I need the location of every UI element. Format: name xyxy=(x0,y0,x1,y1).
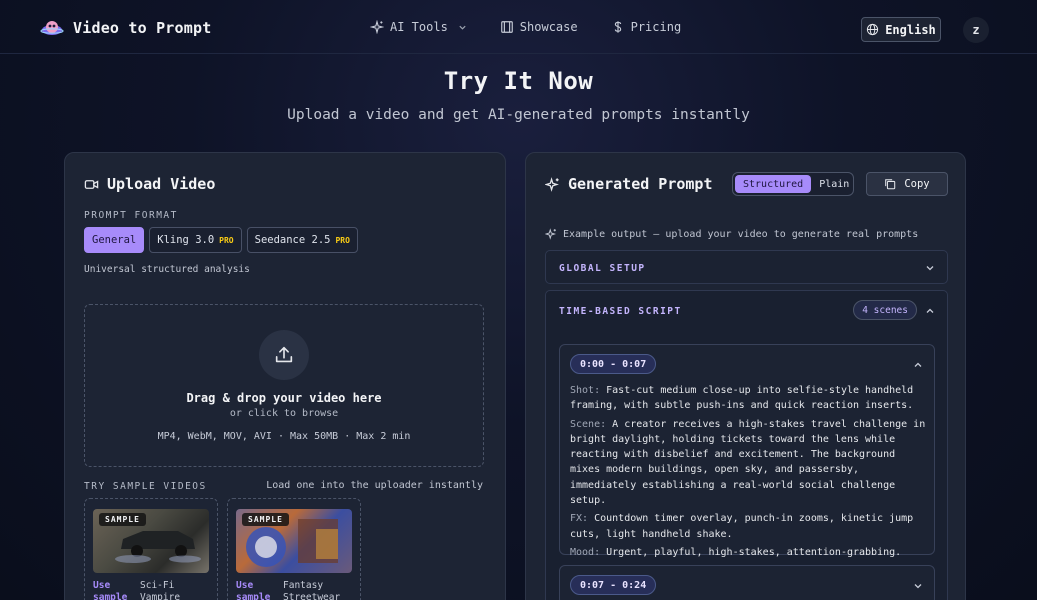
chevron-up-icon[interactable] xyxy=(925,306,935,316)
film-icon xyxy=(500,21,513,33)
scene-item[interactable]: 0:07 - 0:24 xyxy=(559,565,935,600)
brand[interactable]: Video to Prompt xyxy=(40,17,211,39)
field-value: A creator receives a high-stakes travel … xyxy=(570,418,926,507)
time-based-script-accordion: TIME-BASED SCRIPT 4 scenes 0:00 - 0:07 S… xyxy=(545,290,948,600)
copy-icon xyxy=(885,179,896,190)
format-label: Seedance 2.5 xyxy=(254,234,331,246)
brand-logo-icon xyxy=(40,21,64,35)
scene-description: Scene: A creator receives a high-stakes … xyxy=(570,417,930,509)
brand-name: Video to Prompt xyxy=(73,19,212,37)
upload-panel-title: Upload Video xyxy=(107,175,216,193)
sample-name: Sci-Fi Vampire xyxy=(140,580,181,600)
copy-label: Copy xyxy=(904,178,930,190)
sample-thumbnail: SAMPLE xyxy=(93,509,209,573)
globe-icon xyxy=(867,23,879,36)
sample-videos-hint: Load one into the uploader instantly xyxy=(266,480,483,491)
sample-badge: SAMPLE xyxy=(99,513,146,526)
nav-link-showcase[interactable]: Showcase xyxy=(500,20,578,34)
output-mode-toggle: Structured Plain xyxy=(732,172,854,196)
scene-count-badge: 4 scenes xyxy=(853,300,917,320)
pro-badge: PRO xyxy=(219,235,234,245)
nav-link-label: Showcase xyxy=(519,20,578,34)
scene-mood: Mood: Urgent, playful, high-stakes, atte… xyxy=(570,545,930,560)
sample-badge: SAMPLE xyxy=(242,513,289,526)
upload-panel-header: Upload Video xyxy=(84,175,215,193)
global-setup-accordion[interactable]: GLOBAL SETUP xyxy=(545,250,948,284)
page-title: Try It Now xyxy=(443,67,594,95)
language-label: English xyxy=(885,22,936,37)
prompt-format-label: PROMPT FORMAT xyxy=(84,210,178,221)
language-button[interactable]: English xyxy=(861,17,941,42)
field-key: Shot: xyxy=(570,385,601,396)
field-key: FX: xyxy=(570,513,589,525)
prompt-format-options: General Kling 3.0 PRO Seedance 2.5 PRO xyxy=(84,227,358,253)
nav-link-label: Pricing xyxy=(630,20,682,34)
upload-panel: Upload Video PROMPT FORMAT General Kling… xyxy=(64,152,506,600)
chevron-down-icon xyxy=(926,266,934,271)
chevron-down-icon xyxy=(459,25,466,30)
example-note-text: Example output — upload your video to ge… xyxy=(563,228,919,240)
avatar[interactable]: z xyxy=(963,17,989,43)
sample-thumbnail: SAMPLE xyxy=(236,509,352,573)
mode-structured-button[interactable]: Structured xyxy=(735,175,812,193)
top-nav: Video to Prompt AI Tools Showcase Pricin… xyxy=(0,0,1037,54)
upload-button[interactable] xyxy=(259,330,309,380)
sample-videos-label: TRY SAMPLE VIDEOS xyxy=(84,481,207,492)
dollar-icon xyxy=(614,21,621,33)
video-dropzone[interactable]: Drag & drop your video here or click to … xyxy=(84,304,484,467)
format-seedance-button[interactable]: Seedance 2.5 PRO xyxy=(246,227,358,253)
format-label: General xyxy=(92,234,137,246)
dropzone-title: Drag & drop your video here xyxy=(186,391,382,405)
page-subtitle: Upload a video and get AI-generated prom… xyxy=(287,107,750,123)
field-key: Mood: xyxy=(570,546,601,558)
sample-card-fantasy-streetwear[interactable]: SAMPLE Use sample Fantasy Streetwear xyxy=(227,498,361,600)
global-setup-label: GLOBAL SETUP xyxy=(559,263,646,274)
scene-body: Shot: Fast-cut medium close-up into self… xyxy=(570,383,930,563)
dropzone-browse-text: or click to browse xyxy=(229,408,339,419)
nav-links: AI Tools Showcase Pricing xyxy=(370,20,714,34)
format-general-button[interactable]: General xyxy=(84,227,145,253)
field-key: Scene: xyxy=(570,418,607,430)
sample-name: Fantasy Streetwear xyxy=(283,580,341,600)
scene-shot: Shot: Fast-cut medium close-up into self… xyxy=(570,383,930,414)
upload-icon xyxy=(275,346,293,363)
mode-plain-button[interactable]: Plain xyxy=(811,175,857,193)
scene-item: 0:00 - 0:07 Shot: Fast-cut medium close-… xyxy=(559,344,935,558)
page: Video to Prompt AI Tools Showcase Pricin… xyxy=(0,0,1037,600)
field-value: Urgent, playful, high-stakes, attention-… xyxy=(606,546,902,558)
generated-prompt-panel: Generated Prompt Structured Plain Copy E… xyxy=(525,152,966,600)
sparkle-icon xyxy=(545,176,559,192)
video-camera-icon xyxy=(84,179,99,189)
format-label: Kling 3.0 xyxy=(157,234,215,246)
time-based-script-label[interactable]: TIME-BASED SCRIPT xyxy=(559,306,682,317)
sparkle-icon xyxy=(545,228,557,240)
nav-link-label: AI Tools xyxy=(390,20,448,34)
scene-time-chip[interactable]: 0:00 - 0:07 xyxy=(570,354,657,374)
generated-panel-header: Generated Prompt xyxy=(545,175,713,193)
sample-card-sci-fi-vampire[interactable]: SAMPLE Use sample Sci-Fi Vampire xyxy=(84,498,218,600)
field-value: Countdown timer overlay, punch-in zooms,… xyxy=(570,513,914,540)
example-note: Example output — upload your video to ge… xyxy=(545,228,918,240)
chevron-up-icon[interactable] xyxy=(913,360,923,370)
scene-time-chip[interactable]: 0:07 - 0:24 xyxy=(570,575,657,595)
format-description: Universal structured analysis xyxy=(84,264,250,275)
use-sample-link[interactable]: Use sample xyxy=(93,580,133,600)
format-kling-button[interactable]: Kling 3.0 PRO xyxy=(149,227,242,253)
pro-badge: PRO xyxy=(335,235,350,245)
scene-fx: FX: Countdown timer overlay, punch-in zo… xyxy=(570,511,930,542)
copy-button[interactable]: Copy xyxy=(866,172,948,196)
chevron-down-icon[interactable] xyxy=(913,581,923,591)
use-sample-link[interactable]: Use sample xyxy=(236,580,276,600)
sparkle-icon xyxy=(370,20,384,34)
field-value: Fast-cut medium close-up into selfie-sty… xyxy=(570,385,914,412)
nav-link-pricing[interactable]: Pricing xyxy=(611,20,682,34)
dropzone-limits: MP4, WebM, MOV, AVI · Max 50MB · Max 2 m… xyxy=(157,431,411,442)
generated-panel-title: Generated Prompt xyxy=(568,175,713,193)
nav-link-ai-tools[interactable]: AI Tools xyxy=(370,20,467,34)
